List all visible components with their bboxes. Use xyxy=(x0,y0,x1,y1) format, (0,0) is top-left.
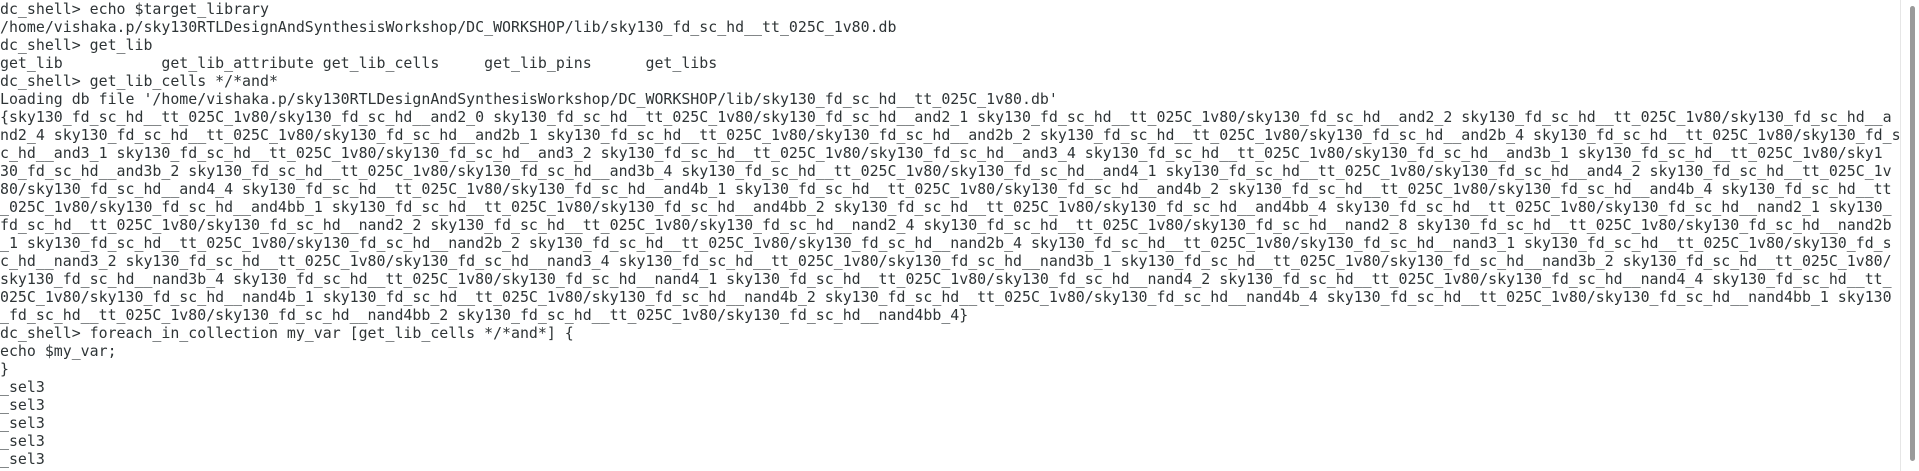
terminal-line: c_hd__nand3_2 sky130_fd_sc_hd__tt_025C_1… xyxy=(0,252,1892,270)
terminal-line: nd2_4 sky130_fd_sc_hd__tt_025C_1v80/sky1… xyxy=(0,126,1900,144)
terminal-line: /home/vishaka.p/sky130RTLDesignAndSynthe… xyxy=(0,18,897,36)
terminal-line: 30_fd_sc_hd__and3b_2 sky130_fd_sc_hd__tt… xyxy=(0,162,1892,180)
terminal-line: 80/sky130_fd_sc_hd__and4_4 sky130_fd_sc_… xyxy=(0,180,1892,198)
terminal-line: 025C_1v80/sky130_fd_sc_hd__nand4b_1 sky1… xyxy=(0,288,1892,306)
terminal-line: _025C_1v80/sky130_fd_sc_hd__and4bb_1 sky… xyxy=(0,198,1892,216)
vertical-scrollbar[interactable] xyxy=(1900,0,1919,471)
terminal-line: echo $my_var; xyxy=(0,342,117,360)
terminal-line: } xyxy=(0,360,9,378)
terminal-line: _fd_sc_hd__tt_025C_1v80/sky130_fd_sc_hd_… xyxy=(0,306,969,324)
terminal-line: _sel3 xyxy=(0,396,45,414)
terminal-line: _sel3 xyxy=(0,414,45,432)
scrollbar-thumb[interactable] xyxy=(1910,6,1915,461)
terminal-line: _sel3 xyxy=(0,378,45,396)
terminal-output[interactable]: dc_shell> echo $target_library /home/vis… xyxy=(0,0,1900,471)
terminal-line: Loading db file '/home/vishaka.p/sky130R… xyxy=(0,90,1058,108)
terminal-line: fd_sc_hd__tt_025C_1v80/sky130_fd_sc_hd__… xyxy=(0,216,1892,234)
terminal-line: dc_shell> get_lib_cells */*and* xyxy=(0,72,278,90)
terminal-line: _sel3 xyxy=(0,450,45,468)
terminal-line: dc_shell> foreach_in_collection my_var [… xyxy=(0,324,574,342)
terminal-line: _1 sky130_fd_sc_hd__tt_025C_1v80/sky130_… xyxy=(0,234,1892,252)
terminal-line: dc_shell> get_lib xyxy=(0,36,153,54)
terminal-line: sky130_fd_sc_hd__nand3b_4 sky130_fd_sc_h… xyxy=(0,270,1892,288)
terminal-line: _sel3 xyxy=(0,432,45,450)
terminal-line: {sky130_fd_sc_hd__tt_025C_1v80/sky130_fd… xyxy=(0,108,1892,126)
terminal-line: get_lib get_lib_attribute get_lib_cells … xyxy=(0,54,718,72)
terminal-line: dc_shell> echo $target_library xyxy=(0,0,269,18)
terminal-line: c_hd__and3_1 sky130_fd_sc_hd__tt_025C_1v… xyxy=(0,144,1883,162)
